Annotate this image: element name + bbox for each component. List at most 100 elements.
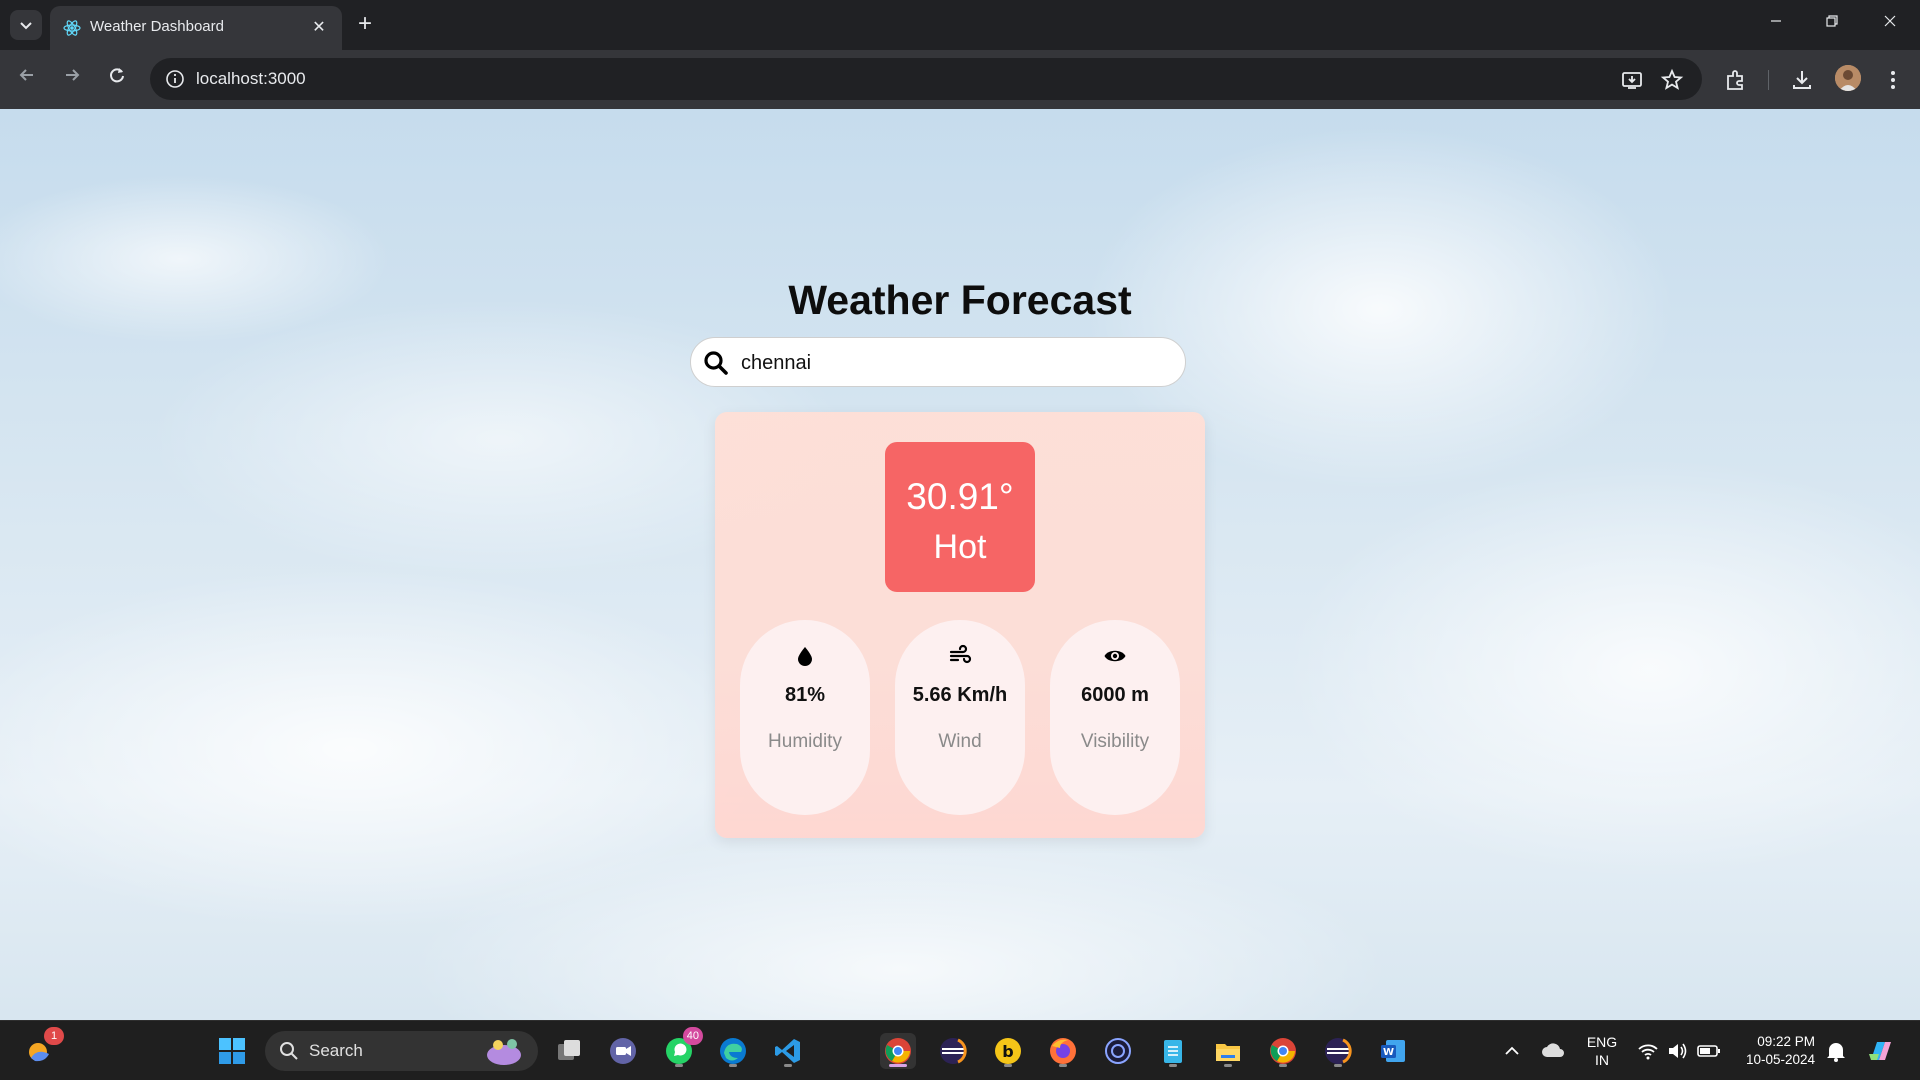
windows-logo-icon — [219, 1038, 245, 1064]
address-bar[interactable]: localhost:3000 — [150, 58, 1702, 100]
eclipse-icon — [940, 1038, 967, 1064]
tab-close-icon[interactable]: ✕ — [308, 17, 330, 39]
condition-label: Hot — [933, 528, 987, 566]
arrow-right-icon — [66, 69, 80, 81]
volume-icon[interactable] — [1667, 1041, 1689, 1061]
new-tab-button[interactable]: + — [352, 12, 378, 38]
copilot-icon[interactable] — [1865, 1036, 1897, 1066]
task-view-button[interactable] — [551, 1033, 587, 1069]
restore-button[interactable] — [1810, 8, 1854, 40]
eclipse-app[interactable] — [935, 1033, 971, 1069]
back-button[interactable] — [12, 64, 42, 94]
wind-icon — [949, 644, 972, 664]
close-window-button[interactable] — [1868, 8, 1912, 40]
running-indicator — [1334, 1064, 1342, 1067]
water-drop-icon — [798, 647, 812, 666]
search-icon — [280, 1042, 298, 1060]
whatsapp-app[interactable]: 40 — [661, 1027, 703, 1069]
running-indicator — [729, 1064, 737, 1067]
taskbar-search[interactable]: Search — [265, 1031, 538, 1071]
region-code: IN — [1595, 1052, 1609, 1068]
search-highlight-icon — [487, 1039, 521, 1065]
running-indicator-active — [889, 1064, 907, 1067]
visibility-stat: 6000 m Visibility — [1050, 620, 1180, 815]
onedrive-cloud-icon[interactable] — [1541, 1041, 1565, 1059]
notepad-app[interactable] — [1155, 1033, 1191, 1069]
yellow-b-icon: b — [995, 1038, 1021, 1064]
city-search-box[interactable] — [690, 337, 1186, 387]
restore-icon — [1826, 15, 1838, 27]
bookmark-star-icon[interactable] — [1660, 68, 1684, 92]
wind-value: 5.66 Km/h — [912, 684, 1008, 706]
city-search-input[interactable] — [741, 348, 1161, 378]
svg-text:b: b — [1002, 1042, 1013, 1061]
react-logo-icon — [63, 20, 81, 36]
site-info-icon[interactable] — [164, 68, 186, 90]
word-app[interactable]: W — [1375, 1033, 1411, 1069]
forward-button[interactable] — [57, 64, 87, 94]
humidity-stat: 81% Humidity — [740, 620, 870, 815]
edge-browser-icon — [720, 1038, 746, 1064]
firefox-icon — [1050, 1038, 1076, 1064]
running-indicator — [1059, 1064, 1067, 1067]
url-text: localhost:3000 — [196, 69, 306, 88]
running-indicator — [1004, 1064, 1012, 1067]
clock[interactable]: 09:22 PM 10-05-2024 — [1735, 1033, 1815, 1069]
running-indicator — [675, 1064, 683, 1067]
start-button[interactable] — [214, 1033, 250, 1069]
search-icon[interactable] — [703, 350, 729, 376]
temperature-value: 30.91° — [906, 476, 1014, 517]
word-icon: W — [1381, 1040, 1405, 1062]
wind-label: Wind — [938, 731, 982, 752]
windows-taskbar: 1 Search 40 b W ENG IN 09:22 PM 10-05-20… — [0, 1020, 1920, 1080]
circle-app[interactable] — [1100, 1033, 1136, 1069]
tab-weather-dashboard[interactable]: Weather Dashboard ✕ — [50, 6, 342, 50]
taskbar-search-label: Search — [309, 1041, 363, 1060]
spiral-circle-icon — [1105, 1038, 1131, 1064]
edge-app[interactable] — [715, 1033, 751, 1069]
battery-icon[interactable] — [1697, 1043, 1721, 1059]
running-indicator — [1169, 1064, 1177, 1067]
language-code: ENG — [1586, 1034, 1618, 1050]
install-app-icon[interactable] — [1620, 68, 1644, 92]
humidity-value: 81% — [784, 684, 826, 706]
profile-avatar[interactable] — [1835, 65, 1861, 91]
page-viewport: Weather Forecast 30.91° Hot 81% Humidity… — [0, 109, 1920, 1020]
reload-icon — [110, 68, 124, 83]
widgets-button[interactable]: 1 — [22, 1027, 64, 1069]
eclipse-app-2[interactable] — [1320, 1033, 1356, 1069]
chrome-profile-app[interactable] — [1265, 1033, 1301, 1069]
more-menu-icon[interactable] — [1880, 67, 1906, 93]
reload-button[interactable] — [102, 64, 132, 94]
wifi-icon[interactable] — [1637, 1041, 1659, 1061]
chrome-app-active[interactable] — [880, 1033, 916, 1069]
b-app[interactable]: b — [990, 1033, 1026, 1069]
tab-search-button[interactable] — [10, 10, 42, 40]
visibility-label: Visibility — [1080, 731, 1150, 752]
notepad-icon — [1164, 1040, 1182, 1063]
eclipse-icon — [1325, 1038, 1352, 1064]
arrow-left-icon — [19, 69, 33, 81]
profile-picture-icon — [1835, 65, 1861, 91]
vscode-app[interactable] — [770, 1033, 806, 1069]
minimize-icon — [1771, 20, 1781, 22]
folder-icon — [1216, 1044, 1240, 1061]
chrome-icon — [885, 1038, 911, 1064]
file-explorer-app[interactable] — [1210, 1033, 1246, 1069]
task-view-icon — [558, 1040, 580, 1060]
humidity-label: Humidity — [768, 731, 842, 752]
visibility-value: 6000 m — [1081, 684, 1149, 706]
firefox-app[interactable] — [1045, 1033, 1081, 1069]
chevron-up-icon[interactable] — [1503, 1043, 1521, 1059]
chevron-down-icon — [20, 22, 32, 30]
vscode-icon — [775, 1039, 800, 1063]
minimize-button[interactable] — [1754, 8, 1798, 40]
notification-bell-icon[interactable] — [1825, 1039, 1847, 1063]
language-indicator[interactable]: ENG IN — [1580, 1033, 1624, 1069]
download-icon[interactable] — [1789, 67, 1815, 93]
temperature-box: 30.91° Hot — [885, 442, 1035, 592]
browser-toolbar: localhost:3000 — [0, 50, 1920, 109]
chrome-icon — [1270, 1038, 1296, 1064]
meet-app[interactable] — [605, 1033, 641, 1069]
extensions-puzzle-icon[interactable] — [1723, 67, 1749, 93]
